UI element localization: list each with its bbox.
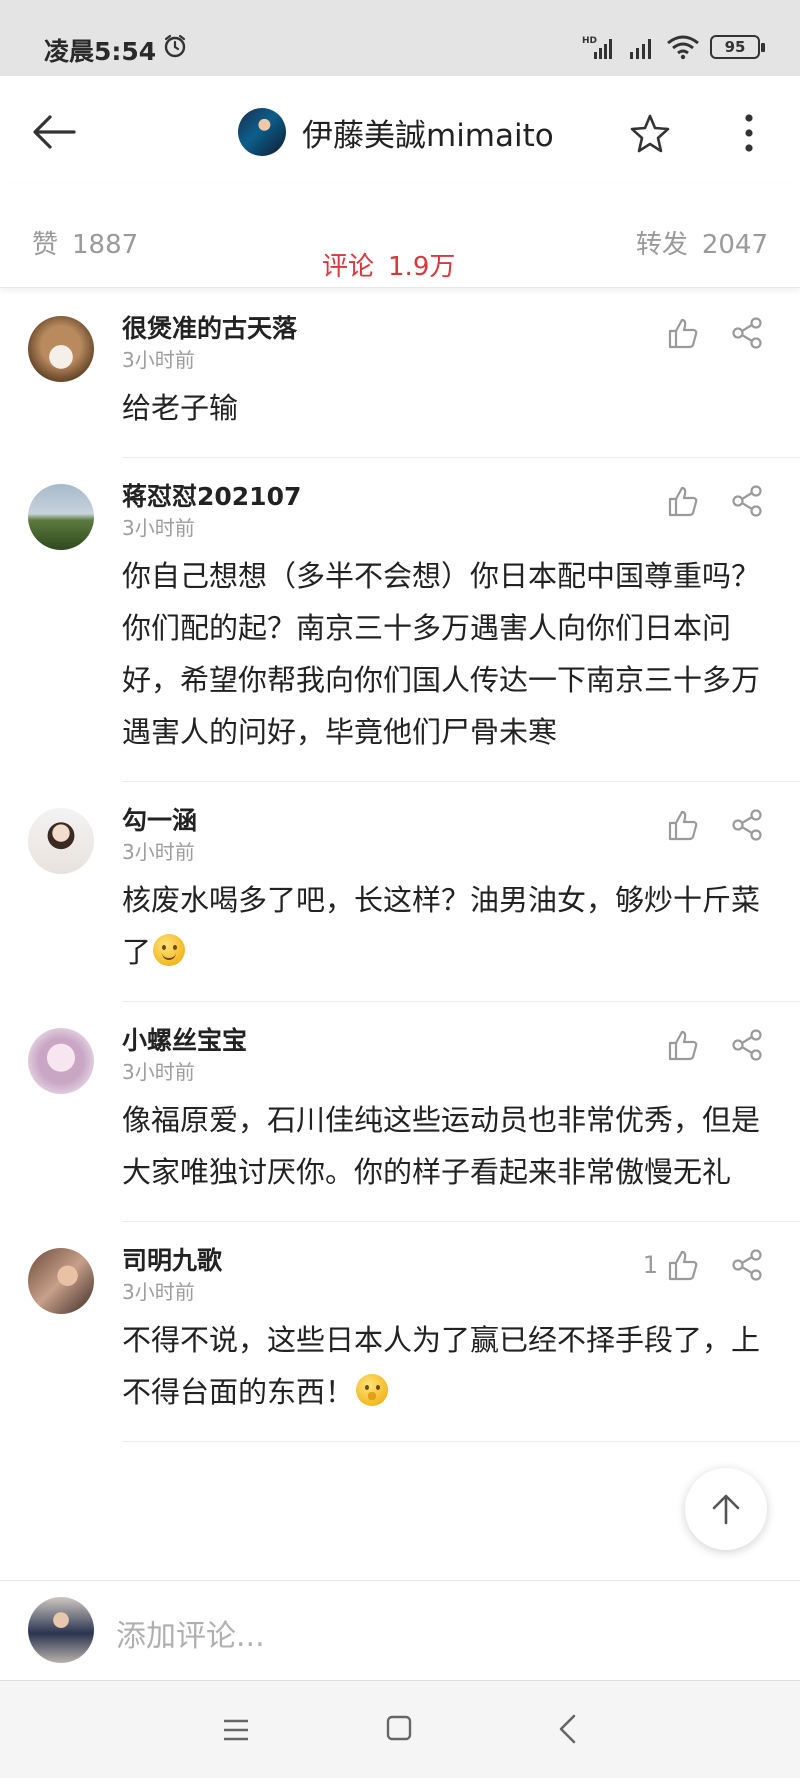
profile-avatar[interactable]: [238, 108, 286, 156]
tab-reposts[interactable]: 转发 2047: [636, 224, 768, 261]
comment-item: 小螺丝宝宝 3小时前 像福原爱，石川佳纯这些运动员也非常优秀，但是大家唯独讨厌你…: [0, 1002, 800, 1222]
comment-time: 3小时前: [122, 348, 195, 372]
comment-item: 蒋怼怼202107 3小时前 你自己想想（多半不会想）你日本配中国尊重吗？你们配…: [0, 458, 800, 782]
share-icon[interactable]: [730, 484, 764, 518]
comment-composer: 添加评论...: [0, 1580, 800, 1680]
share-icon[interactable]: [730, 1248, 764, 1282]
tab-comments-count: 1.9万: [388, 252, 456, 282]
thumb-up-icon[interactable]: [666, 1248, 700, 1282]
page-title: 伊藤美誠mimaito: [302, 117, 554, 154]
tab-likes-count: 1887: [72, 230, 139, 260]
tab-likes-label: 赞: [32, 230, 59, 260]
comment-item: 司明九歌 3小时前 不得不说，这些日本人为了赢已经不择手段了，上不得台面的东西！…: [0, 1222, 800, 1442]
home-square-icon[interactable]: [386, 1715, 412, 1741]
thumb-up-icon[interactable]: [666, 484, 700, 518]
signal-hd-icon: HD: [582, 36, 612, 59]
comment-item: 很煲准的古天落 3小时前 给老子输: [0, 290, 800, 458]
comment-item: 勾一涵 3小时前 核废水喝多了吧，长这样？油男油女，够炒十斤菜了: [0, 782, 800, 1002]
my-avatar: [28, 1597, 94, 1663]
tab-reposts-label: 转发: [635, 230, 688, 260]
comment-text[interactable]: 像福原爱，石川佳纯这些运动员也非常优秀，但是大家唯独讨厌你。你的样子看起来非常傲…: [122, 1094, 760, 1198]
commenter-avatar[interactable]: [28, 808, 94, 874]
commenter-avatar[interactable]: [28, 316, 94, 382]
status-bar: 凌晨5:54 HD 95: [0, 0, 800, 76]
comment-time: 3小时前: [122, 1280, 195, 1304]
alarm-icon: [164, 34, 186, 58]
commenter-avatar[interactable]: [28, 1028, 94, 1094]
commenter-avatar[interactable]: [28, 484, 94, 550]
comment-time: 3小时前: [122, 516, 195, 540]
back-chevron-icon[interactable]: [556, 1713, 578, 1745]
menu-icon[interactable]: [222, 1717, 250, 1743]
back-arrow-icon[interactable]: [30, 112, 78, 152]
thumb-up-icon[interactable]: [666, 808, 700, 842]
comment-actions: [658, 1028, 764, 1062]
divider: [122, 1441, 800, 1442]
comment-text-content: 核废水喝多了吧，长这样？油男油女，够炒十斤菜了: [122, 883, 761, 969]
stats-tabs: 赞 1887 评论 1.9万 转发 2047: [0, 184, 800, 288]
wifi-icon: [667, 35, 699, 60]
tab-reposts-count: 2047: [701, 230, 768, 260]
arrow-up-icon: [712, 1494, 740, 1525]
share-icon[interactable]: [730, 316, 764, 350]
comment-text[interactable]: 你自己想想（多半不会想）你日本配中国尊重吗？你们配的起？南京三十多万遇害人向你们…: [122, 550, 760, 758]
more-vertical-icon[interactable]: [734, 112, 764, 154]
slightly-smiling-face-icon: [153, 934, 186, 966]
comment-text[interactable]: 核废水喝多了吧，长这样？油男油女，够炒十斤菜了: [122, 874, 760, 978]
comment-input[interactable]: 添加评论...: [116, 1611, 265, 1655]
star-icon[interactable]: [630, 113, 670, 153]
battery-indicator: 95: [710, 35, 765, 59]
thumb-up-icon[interactable]: [666, 1028, 700, 1062]
status-icons: HD 95: [582, 32, 765, 62]
shushing-face-icon: [356, 1374, 389, 1406]
share-icon[interactable]: [730, 808, 764, 842]
comment-time: 3小时前: [122, 840, 195, 864]
comment-text-content: 不得不说，这些日本人为了赢已经不择手段了，上不得台面的东西！: [122, 1323, 761, 1409]
comment-like-count: 1: [642, 1251, 658, 1279]
header: 伊藤美誠mimaito: [0, 76, 800, 184]
thumb-up-icon[interactable]: [666, 316, 700, 350]
network-badge-text: HD: [582, 36, 597, 46]
share-icon[interactable]: [730, 1028, 764, 1062]
battery-level: 95: [724, 38, 746, 56]
comment-actions: [658, 316, 764, 350]
scroll-to-top-button[interactable]: [685, 1468, 767, 1550]
signal-icon: [630, 39, 651, 59]
tab-comments-label: 评论: [322, 252, 375, 282]
comment-actions: [658, 484, 764, 518]
system-nav-bar: [0, 1680, 800, 1778]
comment-list: 很煲准的古天落 3小时前 给老子输 蒋怼怼202107 3小时前 你自己想想（多…: [0, 290, 800, 1442]
status-time: 凌晨5:54: [44, 37, 157, 66]
comment-text[interactable]: 不得不说，这些日本人为了赢已经不择手段了，上不得台面的东西！: [122, 1314, 760, 1418]
comment-text[interactable]: 给老子输: [122, 382, 760, 434]
profile-title[interactable]: 伊藤美誠mimaito: [238, 108, 554, 156]
tab-likes[interactable]: 赞 1887: [32, 224, 138, 261]
commenter-avatar[interactable]: [28, 1248, 94, 1314]
comment-actions: [658, 808, 764, 842]
comment-time: 3小时前: [122, 1060, 195, 1084]
comment-actions: 1: [643, 1248, 764, 1282]
